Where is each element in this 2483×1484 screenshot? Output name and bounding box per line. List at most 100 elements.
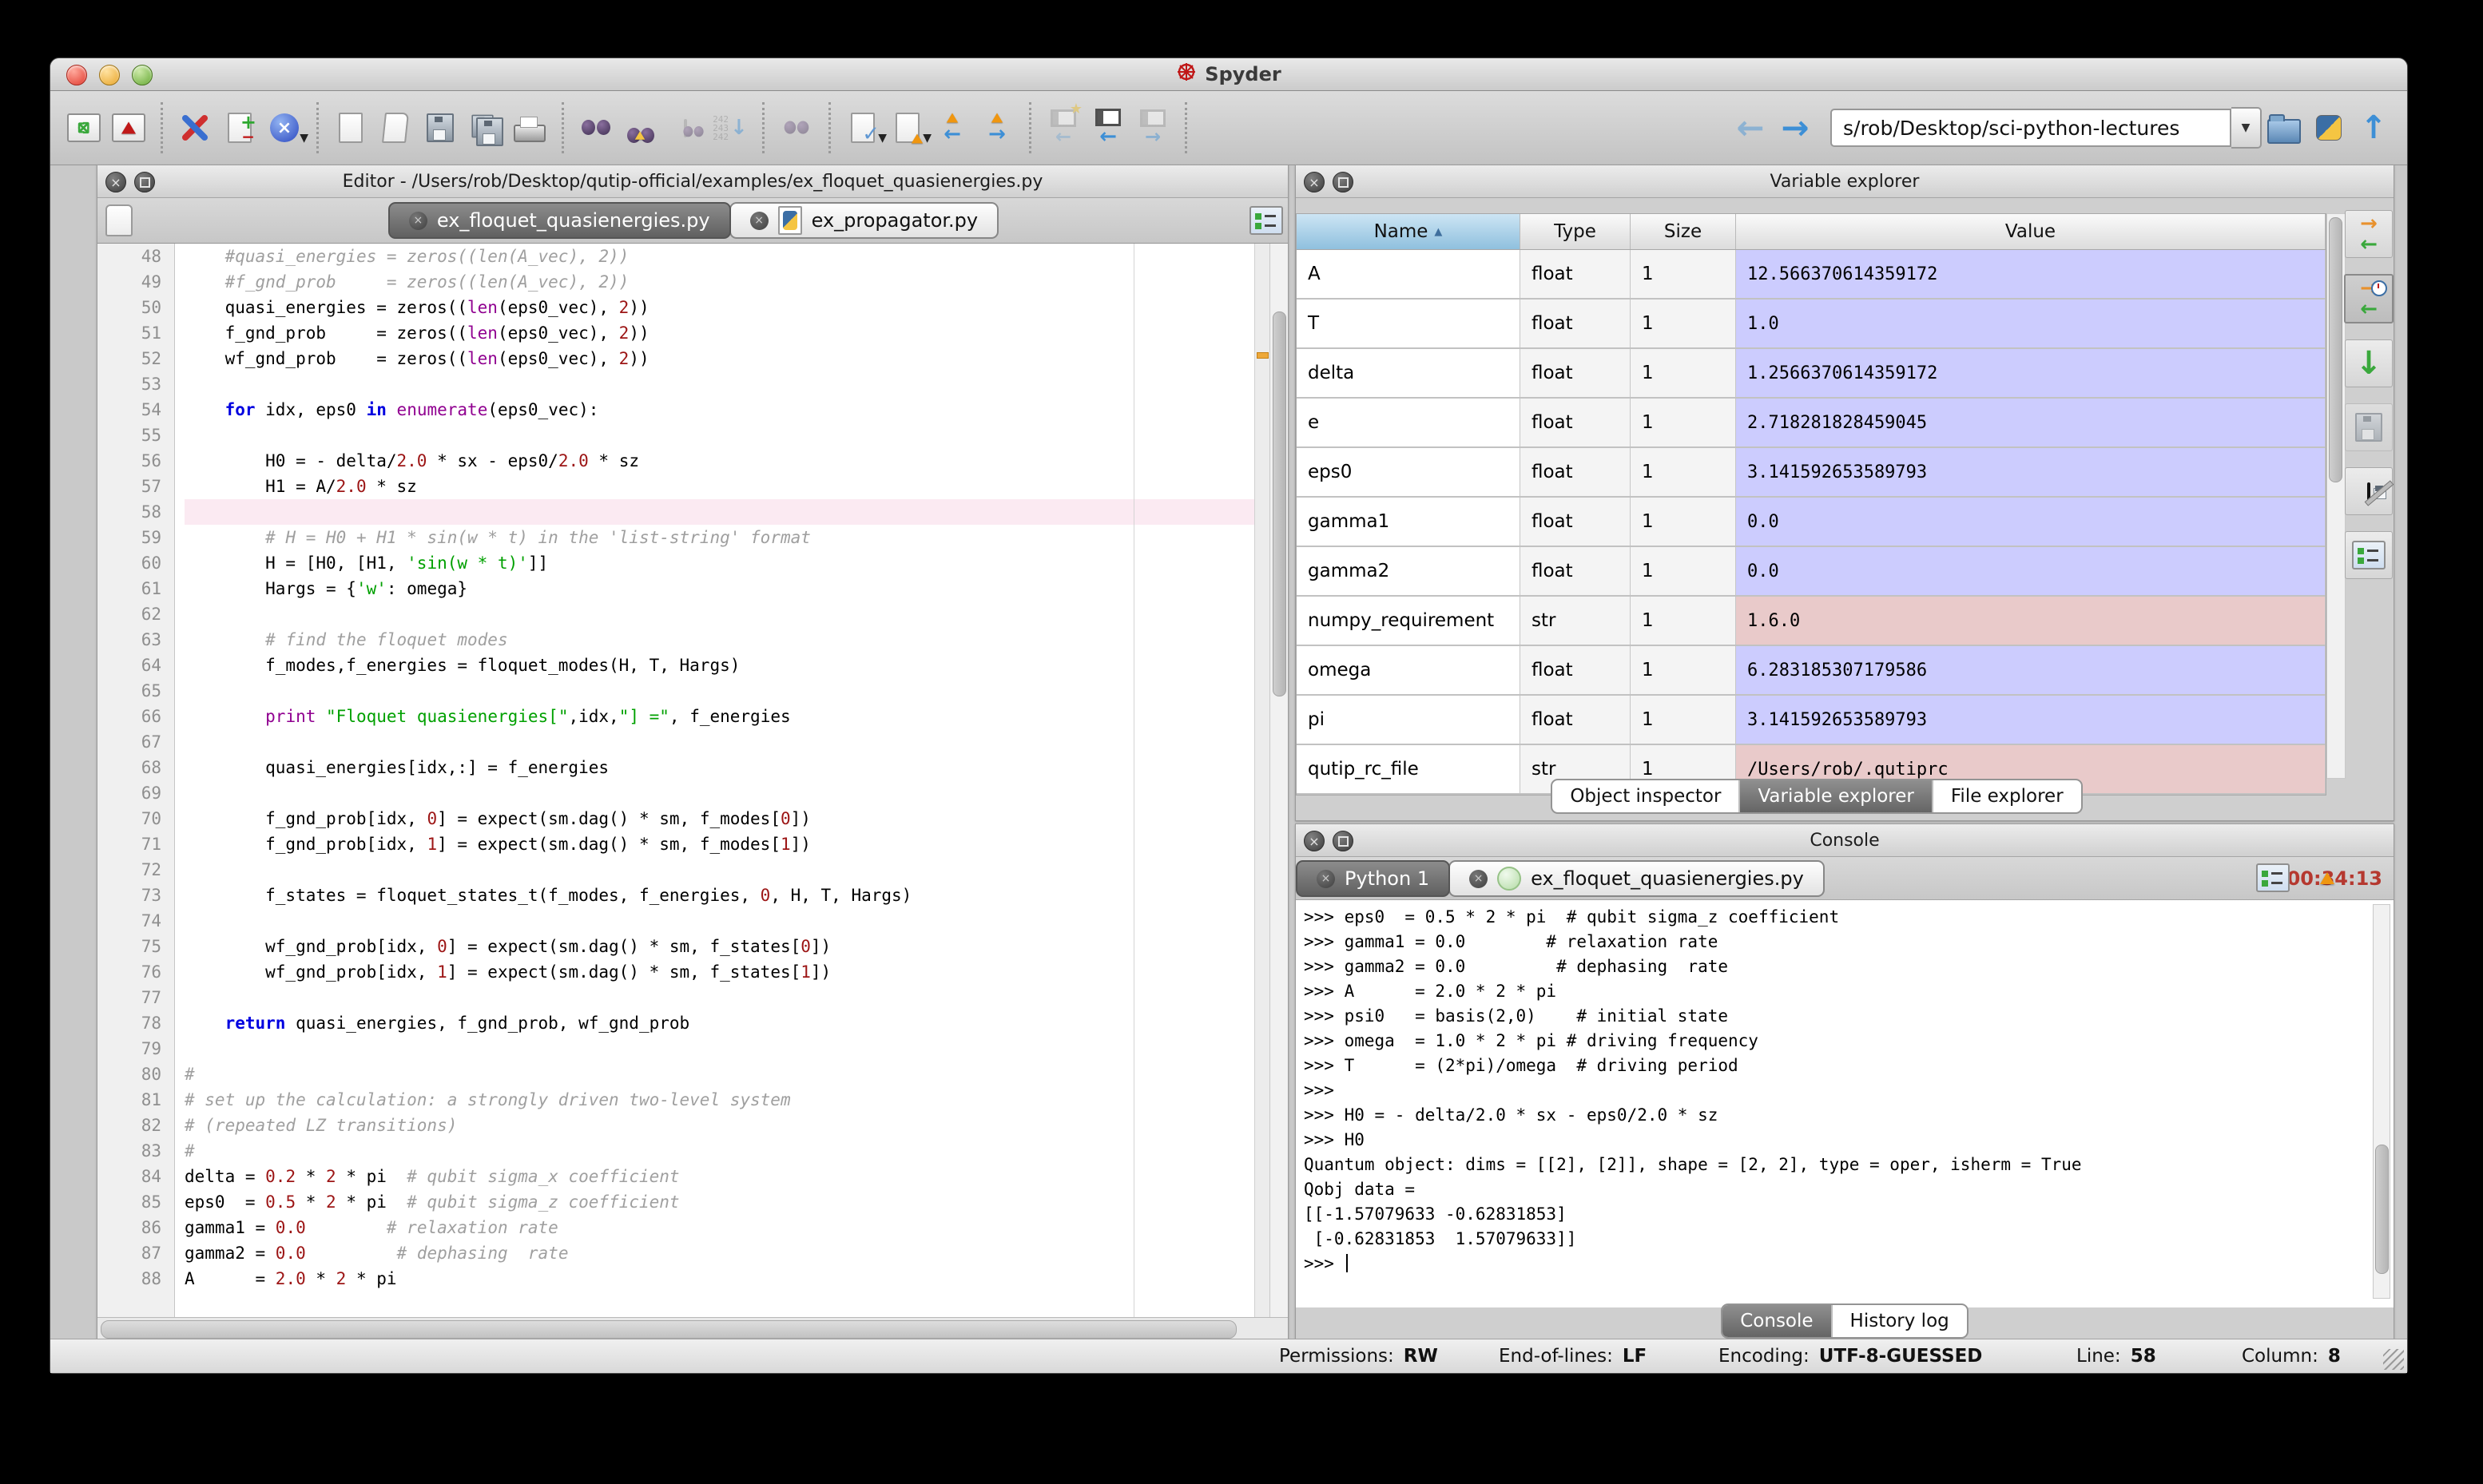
variable-value-cell[interactable]: 1.0	[1736, 300, 2326, 347]
variable-value-cell[interactable]: 3.141592653589793	[1736, 448, 2326, 496]
tab-history-log[interactable]: History log	[1833, 1305, 1967, 1337]
variable-value-cell[interactable]: 2.718281828459045	[1736, 399, 2326, 446]
column-header-size[interactable]: Size	[1631, 214, 1736, 249]
parent-directory-icon[interactable]: ↑	[2351, 105, 2396, 151]
variable-row[interactable]: efloat12.718281828459045	[1297, 399, 2326, 448]
tab-file-explorer[interactable]: File explorer	[1933, 780, 2081, 812]
variable-size-cell[interactable]: 1	[1631, 597, 1736, 645]
working-directory-value[interactable]: s/rob/Desktop/sci-python-lectures	[1830, 109, 2231, 147]
find-replace-icon[interactable]	[618, 105, 663, 151]
code-line[interactable]: f_states = floquet_states_t(f_modes, f_e…	[185, 883, 1254, 908]
code-line[interactable]: H1 = A/2.0 * sz	[185, 474, 1254, 499]
variable-size-cell[interactable]: 1	[1631, 646, 1736, 694]
variable-value-cell[interactable]: 1.6.0	[1736, 597, 2326, 645]
code-line[interactable]	[185, 371, 1254, 397]
code-line[interactable]: gamma1 = 0.0 # relaxation rate	[185, 1215, 1254, 1240]
variable-value-cell[interactable]: 1.2566370614359172	[1736, 349, 2326, 397]
import-data-icon[interactable]: ↓	[2345, 339, 2393, 387]
variable-type-cell[interactable]: float	[1520, 300, 1631, 347]
variable-row[interactable]: omegafloat16.283185307179586	[1297, 646, 2326, 696]
code-line[interactable]: f_gnd_prob[idx, 1] = expect(sm.dag() * s…	[185, 831, 1254, 857]
tab-console[interactable]: Console	[1722, 1305, 1832, 1337]
code-line[interactable]: #f_gnd_prob = zeros((len(A_vec), 2))	[185, 269, 1254, 295]
next-warning-icon[interactable]: →	[975, 105, 1019, 151]
editor-vertical-scrollbar[interactable]	[1269, 244, 1288, 1317]
code-line[interactable]	[185, 729, 1254, 755]
window-error-icon[interactable]	[106, 105, 151, 151]
variable-type-cell[interactable]: float	[1520, 448, 1631, 496]
interrupt-warning-icon[interactable]	[2310, 862, 2344, 894]
save-all-icon[interactable]	[463, 105, 507, 151]
variable-type-cell[interactable]: str	[1520, 597, 1631, 645]
variable-row[interactable]: Tfloat11.0	[1297, 300, 2326, 349]
code-line[interactable]: H0 = - delta/2.0 * sx - eps0/2.0 * sz	[185, 448, 1254, 474]
browse-tabs-icon[interactable]	[102, 204, 136, 236]
variable-type-cell[interactable]: float	[1520, 696, 1631, 744]
code-line[interactable]: eps0 = 0.5 * 2 * pi # qubit sigma_z coef…	[185, 1189, 1254, 1215]
options-icon[interactable]	[2345, 531, 2393, 579]
console-options-icon[interactable]	[2256, 862, 2290, 894]
code-line[interactable]: # H = H0 + H1 * sin(w * t) in the 'list-…	[185, 525, 1254, 550]
run-cell-icon[interactable]: ←	[1086, 105, 1130, 151]
code-line[interactable]	[185, 1036, 1254, 1061]
console-session-tab[interactable]: ×Python 1	[1296, 860, 1450, 897]
code-line[interactable]: H = [H0, [H1, 'sin(w * t)']]	[185, 550, 1254, 576]
save-data-icon[interactable]	[2345, 403, 2393, 451]
tools-icon[interactable]	[173, 105, 217, 151]
code-line[interactable]	[185, 908, 1254, 934]
variable-size-cell[interactable]: 1	[1631, 250, 1736, 298]
variable-row[interactable]: numpy_requirementstr11.6.0	[1297, 597, 2326, 646]
editor-file-tab[interactable]: ×ex_floquet_quasienergies.py	[388, 202, 731, 239]
find-in-files-icon[interactable]	[663, 105, 708, 151]
console-session-tab[interactable]: ×ex_floquet_quasienergies.py	[1448, 860, 1825, 897]
variable-name-cell[interactable]: T	[1297, 300, 1520, 347]
code-line[interactable]: #	[185, 1138, 1254, 1164]
save-icon[interactable]	[418, 105, 463, 151]
python-path-icon[interactable]	[2306, 105, 2351, 151]
run-settings-icon[interactable]: ×▼	[262, 105, 307, 151]
code-line[interactable]: #	[185, 1061, 1254, 1087]
code-line[interactable]: Hargs = {'w': omega}	[185, 576, 1254, 601]
column-header-type[interactable]: Type	[1520, 214, 1631, 249]
variable-value-cell[interactable]: 6.283185307179586	[1736, 646, 2326, 694]
variable-size-cell[interactable]: 1	[1631, 696, 1736, 744]
variable-row[interactable]: pifloat13.141592653589793	[1297, 696, 2326, 745]
variable-row[interactable]: Afloat112.566370614359172	[1297, 250, 2326, 300]
variable-value-cell[interactable]: 12.566370614359172	[1736, 250, 2326, 298]
maximize-pane-icon[interactable]: ↔↔	[62, 105, 106, 151]
variable-size-cell[interactable]: 1	[1631, 349, 1736, 397]
code-line[interactable]	[185, 423, 1254, 448]
editor-scrollbar-thumb[interactable]	[1273, 311, 1286, 696]
resize-grip[interactable]	[2383, 1349, 2404, 1370]
todo-check-icon[interactable]: ✓▼	[840, 105, 885, 151]
variable-name-cell[interactable]: numpy_requirement	[1297, 597, 1520, 645]
variable-size-cell[interactable]: 1	[1631, 448, 1736, 496]
variable-name-cell[interactable]: gamma1	[1297, 498, 1520, 546]
code-line[interactable]: wf_gnd_prob[idx, 1] = expect(sm.dag() * …	[185, 959, 1254, 985]
console-scrollbar[interactable]	[2373, 904, 2390, 1299]
code-line[interactable]: f_gnd_prob[idx, 0] = expect(sm.dag() * s…	[185, 806, 1254, 831]
tab-variable-explorer[interactable]: Variable explorer	[1740, 780, 1933, 812]
back-icon[interactable]: ←	[1728, 105, 1773, 151]
open-folder-icon[interactable]	[2262, 105, 2306, 151]
refresh-icon[interactable]: →←	[2345, 210, 2393, 258]
code-line[interactable]	[185, 857, 1254, 883]
run-cell-new-icon[interactable]: ★←	[1041, 105, 1086, 151]
code-line[interactable]: print "Floquet quasienergies[",idx,"] ="…	[185, 704, 1254, 729]
code-line[interactable]: gamma2 = 0.0 # dephasing rate	[185, 1240, 1254, 1266]
code-line[interactable]	[185, 601, 1254, 627]
variable-type-cell[interactable]: float	[1520, 349, 1631, 397]
warning-list-icon[interactable]: ▼	[885, 105, 930, 151]
code-line[interactable]: f_gnd_prob = zeros((len(eps0_vec), 2))	[185, 320, 1254, 346]
variable-name-cell[interactable]: gamma2	[1297, 547, 1520, 595]
code-line[interactable]: wf_gnd_prob = zeros((len(eps0_vec), 2))	[185, 346, 1254, 371]
variable-scrollbar-thumb[interactable]	[2329, 217, 2342, 482]
code-line[interactable]: A = 2.0 * 2 * pi	[185, 1266, 1254, 1292]
dropdown-arrow-icon[interactable]: ▼	[300, 132, 308, 145]
code-line-current[interactable]	[185, 499, 1254, 525]
code-line[interactable]: # find the floquet modes	[185, 627, 1254, 653]
code-line[interactable]: quasi_energies[idx,:] = f_energies	[185, 755, 1254, 780]
code-line[interactable]	[185, 985, 1254, 1010]
editor-horizontal-scrollbar[interactable]	[97, 1317, 1288, 1341]
variable-size-cell[interactable]: 1	[1631, 300, 1736, 347]
